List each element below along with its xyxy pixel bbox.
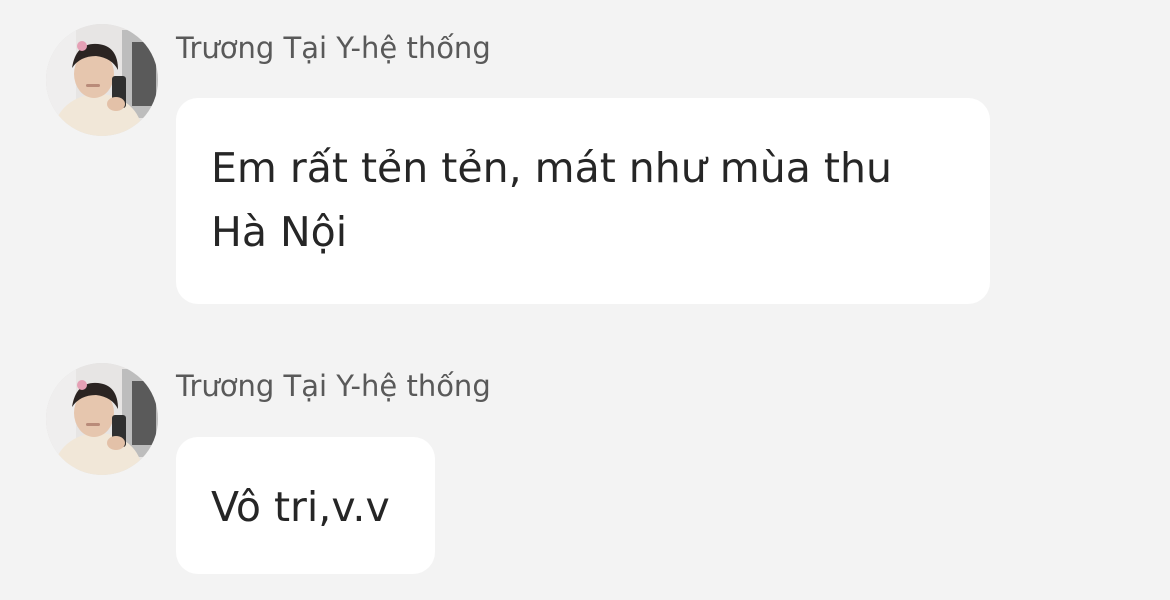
message-bubble[interactable]: Vô tri,v.v (176, 437, 435, 574)
message-text: Vô tri,v.v (211, 483, 390, 531)
avatar[interactable] (46, 363, 158, 475)
sender-name: Trương Tại Y-hệ thống (176, 369, 491, 403)
chat-message: Trương Tại Y-hệ thống Vô tri,v.v (0, 0, 1170, 600)
